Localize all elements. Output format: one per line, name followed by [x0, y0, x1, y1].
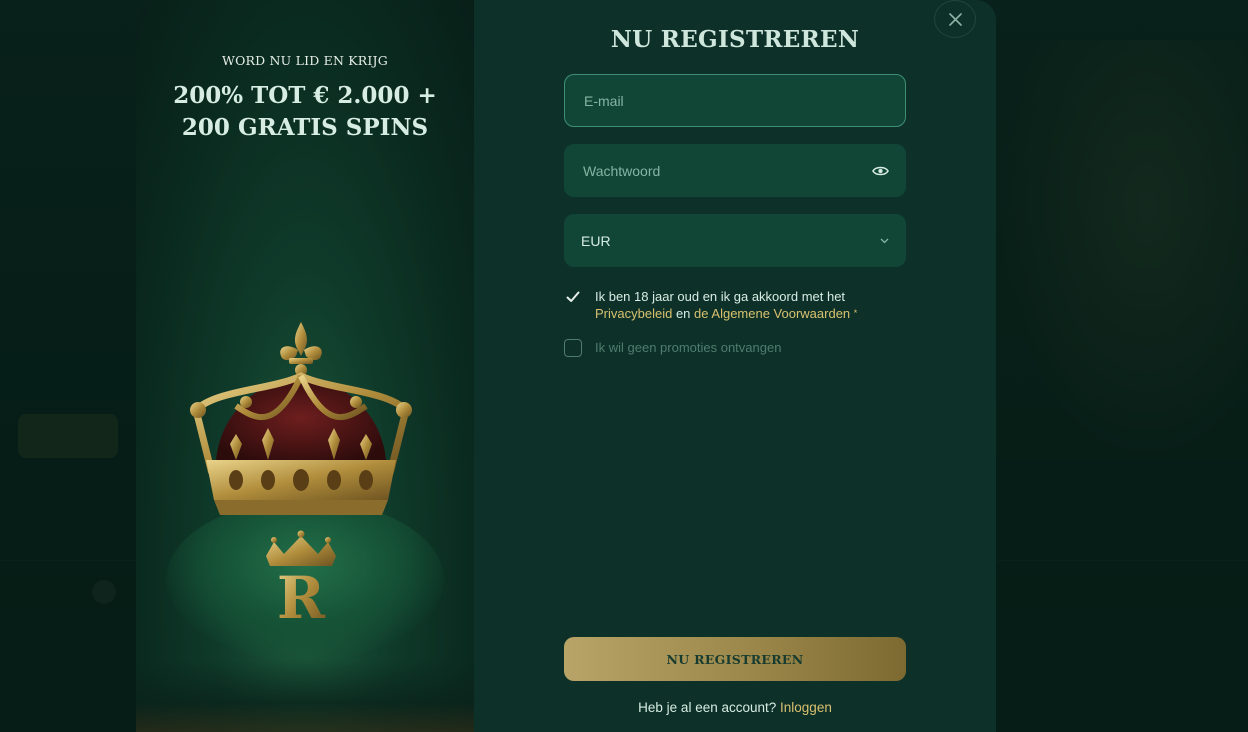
chevron-down-icon [880, 238, 889, 244]
registration-modal: WORD NU LID EN KRIJG 200% TOT € 2.000 + … [136, 0, 996, 732]
logo-letter: R [277, 564, 326, 632]
register-button[interactable]: NU REGISTREREN [564, 637, 906, 681]
terms-consent-row: Ik ben 18 jaar oud en ik ga akkoord met … [564, 288, 906, 322]
password-field[interactable] [581, 161, 872, 180]
checkmark-icon [566, 291, 580, 302]
promo-headline-line2: 200 GRATIS SPINS [181, 114, 429, 141]
required-marker: * [853, 308, 858, 318]
terms-and-text: en [675, 306, 691, 321]
eye-icon[interactable] [872, 165, 889, 177]
no-promotions-checkbox[interactable] [564, 339, 582, 357]
terms-conditions-link[interactable]: de Algemene Voorwaarden [694, 306, 850, 321]
promo-panel: WORD NU LID EN KRIJG 200% TOT € 2.000 + … [136, 0, 474, 732]
terms-checkbox[interactable] [564, 288, 582, 306]
promo-headline: 200% TOT € 2.000 + 200 GRATIS SPINS [156, 80, 454, 144]
privacy-policy-link[interactable]: Privacybeleid [595, 306, 672, 321]
promo-bottom-fade [136, 660, 474, 732]
currency-select[interactable]: EUR [564, 214, 906, 267]
no-promotions-row: Ik wil geen promoties ontvangen [564, 339, 906, 357]
currency-value: EUR [581, 232, 611, 249]
terms-label: Ik ben 18 jaar oud en ik ga akkoord met … [595, 288, 857, 322]
terms-text: Ik ben 18 jaar oud en ik ga akkoord met … [595, 289, 846, 304]
login-link[interactable]: Inloggen [780, 700, 832, 715]
crown-illustration: R [190, 322, 412, 632]
password-field-wrapper [564, 144, 906, 197]
no-promotions-label: Ik wil geen promoties ontvangen [595, 340, 782, 355]
close-icon [948, 12, 962, 26]
login-prompt-text: Heb je al een account? [638, 700, 777, 715]
form-title: NU REGISTREREN [610, 26, 860, 53]
email-field-wrapper [564, 74, 906, 127]
promo-headline-line1: 200% TOT € 2.000 + [173, 82, 437, 109]
login-prompt: Heb je al een account? Inloggen [564, 700, 906, 715]
logo-crown-icon [266, 530, 336, 566]
promo-eyebrow: WORD NU LID EN KRIJG [222, 53, 388, 68]
close-button[interactable] [934, 0, 976, 38]
email-field[interactable] [582, 91, 888, 110]
fleur-de-lis-icon [280, 322, 322, 376]
